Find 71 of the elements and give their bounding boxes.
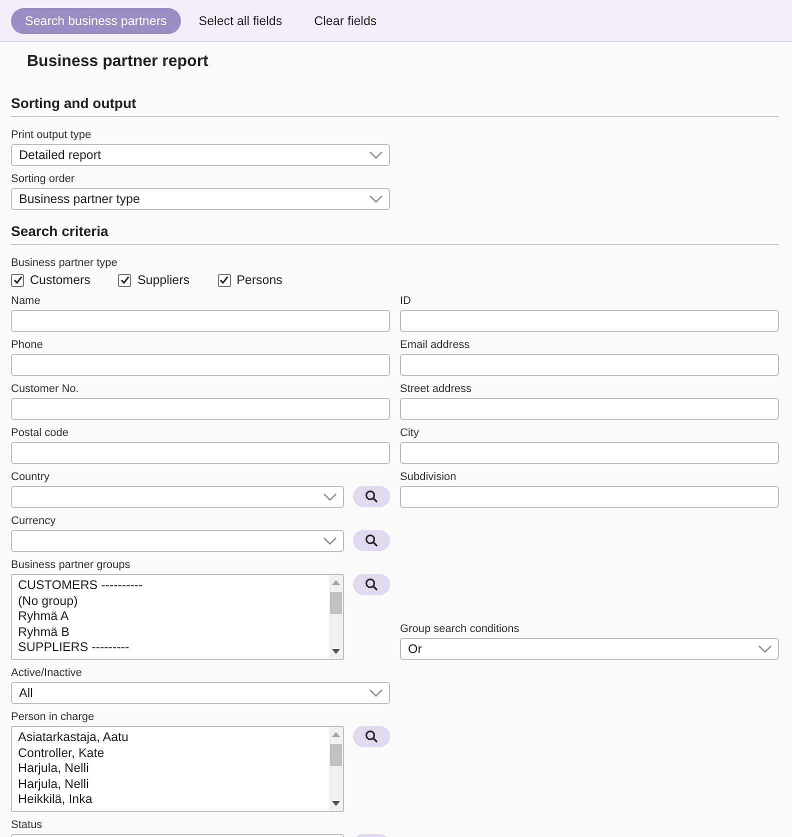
text-field[interactable] bbox=[400, 486, 779, 508]
field-label: ID bbox=[400, 295, 412, 308]
list-item[interactable]: CUSTOMERS ---------- bbox=[18, 578, 323, 594]
field-label: Sorting order bbox=[11, 173, 76, 186]
chevron-icon bbox=[758, 645, 772, 653]
text-field[interactable] bbox=[400, 442, 779, 464]
field-label: Email address bbox=[400, 339, 471, 352]
search-button[interactable] bbox=[353, 530, 390, 551]
section-heading: Search criteria bbox=[11, 223, 779, 245]
field-label: Active/Inactive bbox=[11, 667, 83, 680]
field-label: Phone bbox=[11, 339, 44, 352]
field-label: Name bbox=[11, 295, 42, 308]
dropdown[interactable]: Detailed report bbox=[11, 144, 390, 166]
field-label: Subdivision bbox=[400, 471, 458, 484]
list-item[interactable]: Harjula, Nelli bbox=[18, 776, 323, 792]
scrollbar[interactable] bbox=[329, 575, 343, 659]
list-item[interactable]: Ryhmä A bbox=[18, 609, 323, 625]
text-field[interactable] bbox=[11, 310, 390, 332]
checkbox-label: Persons bbox=[236, 273, 282, 287]
field-label: Currency bbox=[11, 515, 57, 528]
field-label: Group search conditions bbox=[400, 623, 520, 636]
field-label: Print output type bbox=[11, 129, 92, 142]
field-label: Customer No. bbox=[11, 383, 80, 396]
list-item[interactable]: Harjula, Nelli bbox=[18, 761, 323, 777]
chevron-icon bbox=[323, 493, 337, 501]
toolbar-button[interactable]: Clear fields bbox=[300, 8, 391, 34]
list-item[interactable]: Heikkilä, Inka bbox=[18, 792, 323, 808]
chevron-icon bbox=[323, 537, 337, 545]
toolbar-button[interactable]: Select all fields bbox=[184, 8, 296, 34]
list-item[interactable]: Controller, Kate bbox=[18, 746, 323, 762]
list-item[interactable]: Asiatarkastaja, Aatu bbox=[18, 730, 323, 746]
search-button[interactable] bbox=[353, 574, 390, 595]
search-button[interactable] bbox=[353, 486, 390, 507]
page-title: Business partner report bbox=[26, 52, 210, 72]
field-label: Postal code bbox=[11, 427, 70, 440]
search-icon bbox=[365, 490, 378, 503]
search-icon bbox=[365, 534, 378, 547]
list-item[interactable]: Ryhmä B bbox=[18, 624, 323, 640]
text-field[interactable] bbox=[400, 354, 779, 376]
text-field[interactable] bbox=[11, 398, 390, 420]
list-item[interactable]: (No group) bbox=[18, 594, 323, 610]
chevron-icon bbox=[369, 689, 383, 697]
text-field[interactable] bbox=[11, 354, 390, 376]
text-field[interactable] bbox=[400, 310, 779, 332]
checkbox[interactable] bbox=[118, 274, 132, 286]
search-icon bbox=[365, 730, 378, 743]
dropdown[interactable]: Or bbox=[400, 638, 779, 660]
dropdown[interactable]: All bbox=[11, 682, 390, 704]
field-label: Person in charge bbox=[11, 711, 96, 724]
chevron-icon bbox=[369, 151, 383, 159]
checkbox-label: Customers bbox=[30, 273, 90, 287]
checkbox[interactable] bbox=[218, 274, 231, 286]
checkbox[interactable] bbox=[11, 274, 24, 286]
scrollbar[interactable] bbox=[329, 727, 343, 811]
field-label: Street address bbox=[400, 383, 473, 396]
search-icon bbox=[365, 578, 378, 591]
field-label: Status bbox=[11, 819, 44, 832]
field-label: City bbox=[400, 427, 420, 440]
dropdown[interactable] bbox=[11, 530, 344, 552]
chevron-icon bbox=[369, 195, 383, 203]
field-label: Business partner type bbox=[11, 257, 118, 270]
field-label: Business partner groups bbox=[11, 559, 132, 572]
text-field[interactable] bbox=[11, 442, 390, 464]
text-field[interactable] bbox=[400, 398, 779, 420]
field-label: Country bbox=[11, 471, 51, 484]
checkbox-label: Suppliers bbox=[137, 273, 190, 287]
list-item[interactable]: SUPPLIERS --------- bbox=[18, 640, 323, 656]
search-button[interactable] bbox=[353, 726, 390, 747]
section-heading: Sorting and output bbox=[11, 95, 779, 117]
dropdown[interactable]: Business partner type bbox=[11, 188, 390, 210]
dropdown[interactable] bbox=[11, 486, 344, 508]
